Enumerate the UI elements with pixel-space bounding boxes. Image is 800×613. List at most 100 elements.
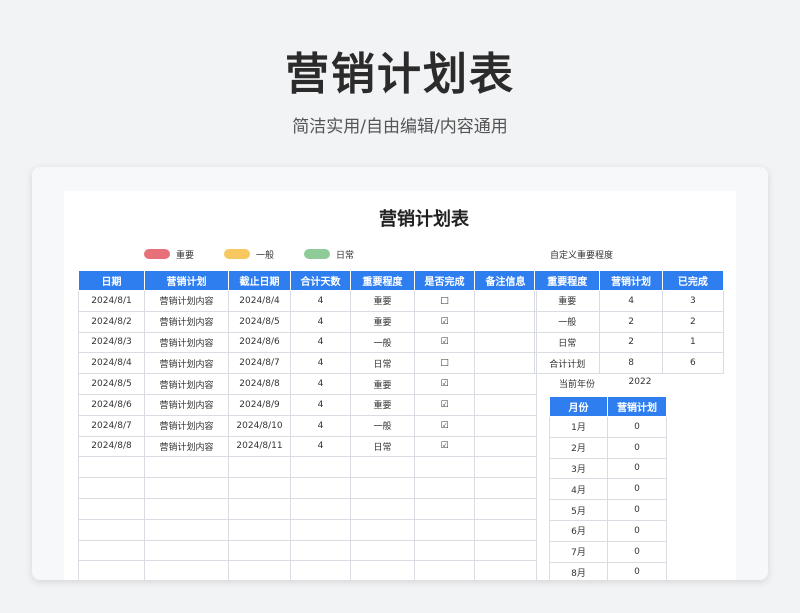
plan-table-cell[interactable]: 2024/8/6 [228,331,291,354]
month-table-cell[interactable]: 4月 [549,478,608,501]
plan-table-cell[interactable]: 营销计划内容 [144,310,229,333]
plan-table-cell[interactable]: 4 [290,373,351,395]
summary-table-cell[interactable]: 1 [661,331,725,354]
plan-table-cell[interactable]: ☑ [414,393,475,416]
plan-table-cell[interactable]: 2024/8/4 [78,352,145,375]
plan-table-cell[interactable] [474,373,537,395]
plan-table-cell[interactable]: 重要 [350,290,415,312]
plan-table-cell[interactable]: 营销计划内容 [144,414,229,437]
plan-table-empty-cell[interactable] [78,539,145,562]
plan-table-cell[interactable] [474,352,537,375]
summary-table-cell[interactable]: 8 [599,352,663,375]
summary-table-cell[interactable]: 4 [599,290,663,312]
plan-table-cell[interactable]: 2024/8/3 [78,331,145,354]
plan-table-cell[interactable]: 一般 [350,414,415,437]
plan-table-empty-cell[interactable] [78,560,145,580]
month-table-cell[interactable]: 3月 [549,457,608,480]
plan-table-cell[interactable]: 2024/8/1 [78,290,145,312]
plan-table-cell[interactable] [474,435,537,458]
summary-table-cell[interactable]: 6 [661,352,725,375]
plan-table-empty-cell[interactable] [350,497,415,520]
month-table-cell[interactable]: 6月 [549,519,608,542]
summary-table-cell[interactable]: 重要 [533,290,601,312]
summary-table-cell[interactable]: 日常 [533,331,601,354]
plan-table-empty-cell[interactable] [290,518,351,541]
plan-table-empty-cell[interactable] [474,497,537,520]
plan-table-empty-cell[interactable] [474,560,537,580]
plan-table-cell[interactable] [474,393,537,416]
plan-table-cell[interactable]: 营销计划内容 [144,290,229,312]
plan-table-empty-cell[interactable] [414,560,475,580]
plan-table-cell[interactable]: 2024/8/5 [228,310,291,333]
plan-table-empty-cell[interactable] [474,539,537,562]
plan-table-cell[interactable]: 2024/8/8 [228,373,291,395]
plan-table-cell[interactable]: 4 [290,310,351,333]
plan-table-empty-cell[interactable] [474,518,537,541]
month-table-cell[interactable]: 8月 [549,561,608,580]
plan-table-empty-cell[interactable] [474,477,537,499]
plan-table-cell[interactable]: 2024/8/4 [228,290,291,312]
plan-table-empty-cell[interactable] [350,456,415,479]
summary-table-cell[interactable]: 2 [661,310,725,333]
month-table-cell[interactable]: 0 [607,416,667,438]
plan-table-empty-cell[interactable] [290,497,351,520]
plan-table-cell[interactable]: 4 [290,352,351,375]
plan-table-cell[interactable]: 4 [290,290,351,312]
plan-table-empty-cell[interactable] [350,477,415,499]
plan-table-empty-cell[interactable] [228,497,291,520]
month-table-cell[interactable]: 0 [607,540,667,563]
plan-table-cell[interactable]: 营销计划内容 [144,393,229,416]
plan-table-cell[interactable]: 2024/8/6 [78,393,145,416]
plan-table-cell[interactable]: 2024/8/11 [228,435,291,458]
plan-table-empty-cell[interactable] [290,456,351,479]
plan-table-empty-cell[interactable] [228,539,291,562]
plan-table-empty-cell[interactable] [350,518,415,541]
plan-table-cell[interactable] [474,290,537,312]
plan-table-cell[interactable]: 2024/8/7 [78,414,145,437]
plan-table-cell[interactable]: ☑ [414,310,475,333]
plan-table-empty-cell[interactable] [414,497,475,520]
plan-table-cell[interactable]: 2024/8/7 [228,352,291,375]
plan-table-empty-cell[interactable] [78,497,145,520]
summary-table-cell[interactable]: 3 [661,290,725,312]
plan-table-cell[interactable]: □ [414,290,475,312]
month-table-cell[interactable]: 7月 [549,540,608,563]
plan-table-empty-cell[interactable] [144,477,229,499]
plan-table-cell[interactable]: 重要 [350,310,415,333]
month-table-cell[interactable]: 0 [607,561,667,580]
plan-table-empty-cell[interactable] [144,560,229,580]
plan-table-empty-cell[interactable] [414,539,475,562]
plan-table-empty-cell[interactable] [290,477,351,499]
plan-table-empty-cell[interactable] [414,518,475,541]
month-table-cell[interactable]: 1月 [549,416,608,438]
plan-table-empty-cell[interactable] [78,518,145,541]
plan-table-cell[interactable]: 2024/8/9 [228,393,291,416]
plan-table-empty-cell[interactable] [78,456,145,479]
plan-table-empty-cell[interactable] [228,560,291,580]
month-table-cell[interactable]: 0 [607,478,667,501]
plan-table-cell[interactable]: 营销计划内容 [144,331,229,354]
plan-table-cell[interactable] [474,331,537,354]
plan-table-empty-cell[interactable] [144,497,229,520]
month-table-cell[interactable]: 2月 [549,436,608,459]
plan-table-cell[interactable]: ☑ [414,331,475,354]
current-year-value[interactable]: 2022 [620,377,660,390]
plan-table-cell[interactable]: □ [414,352,475,375]
plan-table-cell[interactable]: 4 [290,331,351,354]
plan-table-cell[interactable]: 2024/8/8 [78,435,145,458]
plan-table-cell[interactable]: 4 [290,393,351,416]
plan-table-empty-cell[interactable] [414,477,475,499]
plan-table-empty-cell[interactable] [228,518,291,541]
plan-table-cell[interactable]: 4 [290,414,351,437]
plan-table-empty-cell[interactable] [228,456,291,479]
plan-table-cell[interactable]: 营销计划内容 [144,352,229,375]
summary-table-cell[interactable]: 一般 [533,310,601,333]
summary-table-cell[interactable]: 合计计划 [533,352,601,375]
plan-table-cell[interactable]: 营销计划内容 [144,373,229,395]
plan-table-empty-cell[interactable] [474,456,537,479]
plan-table-empty-cell[interactable] [144,539,229,562]
month-table-cell[interactable]: 0 [607,457,667,480]
plan-table-empty-cell[interactable] [144,518,229,541]
plan-table-empty-cell[interactable] [414,456,475,479]
plan-table-cell[interactable]: ☑ [414,435,475,458]
